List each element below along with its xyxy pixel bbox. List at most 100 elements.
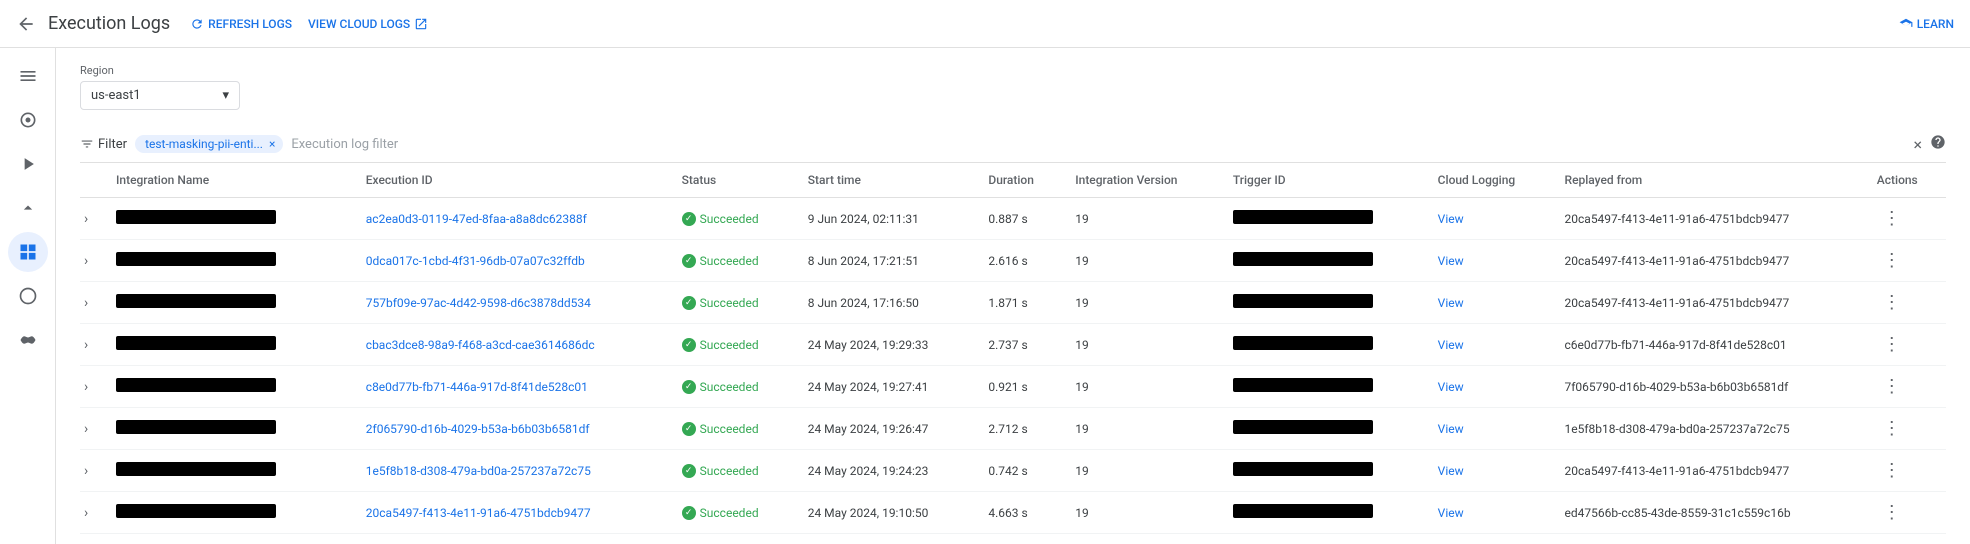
actions-cell: ⋮ (1865, 408, 1946, 450)
sidebar-icon-circle[interactable] (8, 276, 48, 316)
expand-row-button[interactable]: › (84, 505, 88, 521)
sidebar (0, 48, 56, 544)
table-container: Integration Name Execution ID Status Sta… (80, 163, 1946, 544)
cloud-logging-view-link[interactable]: View (1438, 296, 1464, 310)
cloud-logging-cell: View (1426, 324, 1553, 366)
execution-id-link[interactable]: cbac3dce8-98a9-f468-a3cd-cae3614686dc (366, 338, 595, 352)
status-badge: ✓Succeeded (682, 464, 784, 478)
execution-id-link[interactable]: c8e0d77b-fb71-446a-917d-8f41de528c01 (366, 380, 588, 394)
replayed-from-cell: 7f065790-d16b-4029-b53a-b6b03b6581df (1553, 366, 1865, 408)
col-actions: Actions (1865, 163, 1946, 198)
expand-row-button[interactable]: › (84, 379, 88, 395)
view-cloud-logs-button[interactable]: VIEW CLOUD LOGS (308, 17, 428, 31)
integration-name-cell (104, 492, 354, 534)
execution-id-link[interactable]: ac2ea0d3-0119-47ed-8faa-a8a8dc62388f (366, 212, 587, 226)
table-row: ›ac2ea0d3-0119-47ed-8faa-a8a8dc62388f✓Su… (80, 198, 1946, 240)
cloud-logging-view-link[interactable]: View (1438, 506, 1464, 520)
table-row: › 1e5f8b18-d308-479a-bd0a-257237a72c75 ✓Su… (80, 450, 1946, 492)
cloud-logging-view-link[interactable]: View (1438, 464, 1464, 478)
execution-id-link[interactable]: 757bf09e-97ac-4d42-9598-d6c3878dd534 (366, 296, 591, 310)
cloud-logging-view-link[interactable]: View (1438, 254, 1464, 268)
sidebar-icon-arrow[interactable] (8, 144, 48, 184)
sidebar-icon-grid[interactable] (8, 232, 48, 272)
table-header-row: Integration Name Execution ID Status Sta… (80, 163, 1946, 198)
cloud-logging-cell: View (1426, 366, 1553, 408)
filter-chip: test-masking-pii-enti... × (135, 135, 283, 153)
expand-row-button[interactable]: › (84, 463, 88, 479)
execution-id-link[interactable]: 2f065790-d16b-4029-b53a-b6b03b6581df (366, 422, 590, 436)
row-actions-button[interactable]: ⋮ (1877, 416, 1907, 441)
duration-cell: 2.737 s (976, 324, 1063, 366)
row-actions-button[interactable]: ⋮ (1877, 290, 1907, 315)
row-actions-button[interactable]: ⋮ (1877, 248, 1907, 273)
status-badge: ✓Succeeded (682, 380, 784, 394)
integration-name-cell (104, 240, 354, 282)
col-replayed-from: Replayed from (1553, 163, 1865, 198)
back-button[interactable] (16, 14, 36, 34)
status-text: Succeeded (700, 212, 759, 226)
status-badge: ✓Succeeded (682, 296, 784, 310)
status-text: Succeeded (700, 380, 759, 394)
sidebar-icon-home[interactable] (8, 100, 48, 140)
expand-row-button[interactable]: › (84, 253, 88, 269)
row-actions-button[interactable]: ⋮ (1877, 374, 1907, 399)
filter-input-placeholder[interactable]: Execution log filter (291, 137, 398, 152)
col-execution-id: Execution ID (354, 163, 670, 198)
refresh-logs-button[interactable]: REFRESH LOGS (190, 17, 292, 31)
trigger-id-redacted (1233, 336, 1373, 350)
status-success-icon: ✓ (682, 422, 696, 436)
status-success-icon: ✓ (682, 296, 696, 310)
duration-cell: 0.921 s (976, 366, 1063, 408)
col-integration-name: Integration Name (104, 163, 354, 198)
layout: Region us-east1 ▾ Filter test-masking-pi… (0, 48, 1970, 544)
row-actions-button[interactable]: ⋮ (1877, 500, 1907, 525)
integration-version-cell: 19 (1063, 240, 1221, 282)
integration-name-cell (104, 282, 354, 324)
actions-cell: ⋮ (1865, 282, 1946, 324)
filter-label: Filter (80, 137, 127, 152)
actions-cell: ⋮ (1865, 450, 1946, 492)
expand-row-button[interactable]: › (84, 211, 88, 227)
expand-row-button[interactable]: › (84, 421, 88, 437)
status-success-icon: ✓ (682, 464, 696, 478)
actions-cell: ⋮ (1865, 366, 1946, 408)
executions-table: Integration Name Execution ID Status Sta… (80, 163, 1946, 544)
row-actions-button[interactable]: ⋮ (1877, 206, 1907, 231)
cloud-logging-view-link[interactable]: View (1438, 338, 1464, 352)
sidebar-icon-up[interactable] (8, 188, 48, 228)
actions-cell: ⋮ (1865, 534, 1946, 544)
integration-name-cell (104, 450, 354, 492)
sidebar-icon-wave[interactable] (8, 320, 48, 360)
status-cell: ✓Succeeded (670, 408, 796, 450)
sidebar-icon-menu[interactable] (8, 56, 48, 96)
filter-chip-close[interactable]: × (269, 137, 275, 151)
row-actions-button[interactable]: ⋮ (1877, 332, 1907, 357)
cloud-logging-view-link[interactable]: View (1438, 380, 1464, 394)
filter-chip-text: test-masking-pii-enti... (145, 137, 263, 151)
integration-name-redacted (116, 420, 276, 434)
expand-row-button[interactable]: › (84, 295, 88, 311)
trigger-id-cell (1221, 198, 1426, 240)
status-text: Succeeded (700, 254, 759, 268)
filter-help-icon[interactable] (1930, 134, 1946, 154)
header-actions: REFRESH LOGS VIEW CLOUD LOGS (190, 17, 428, 31)
replayed-from-cell: 20ca5497-f413-4e11-91a6-4751bdcb9477 (1553, 282, 1865, 324)
cloud-logging-cell: View (1426, 198, 1553, 240)
execution-id-link[interactable]: 20ca5497-f413-4e11-91a6-4751bdcb9477 (366, 506, 591, 520)
execution-id-link[interactable]: 1e5f8b18-d308-479a-bd0a-257237a72c75 (366, 464, 591, 478)
integration-version-cell: 19 (1063, 282, 1221, 324)
filter-close-icon[interactable]: × (1913, 135, 1922, 154)
status-cell: ✓Succeeded (670, 534, 796, 544)
expand-row-button[interactable]: › (84, 337, 88, 353)
table-row: ›70bdec25-01b4-4c42-81e5-3cdaba140afc✓Su… (80, 534, 1946, 544)
cloud-logging-cell: View (1426, 408, 1553, 450)
cloud-logging-view-link[interactable]: View (1438, 422, 1464, 436)
page-title: Execution Logs (48, 13, 170, 34)
learn-button[interactable]: LEARN (1899, 17, 1954, 31)
cloud-logging-view-link[interactable]: View (1438, 212, 1464, 226)
trigger-id-cell (1221, 324, 1426, 366)
row-actions-button[interactable]: ⋮ (1877, 458, 1907, 483)
region-select[interactable]: us-east1 ▾ (80, 81, 240, 110)
main-content: Region us-east1 ▾ Filter test-masking-pi… (56, 48, 1970, 544)
execution-id-link[interactable]: 0dca017c-1cbd-4f31-96db-07a07c32ffdb (366, 254, 585, 268)
